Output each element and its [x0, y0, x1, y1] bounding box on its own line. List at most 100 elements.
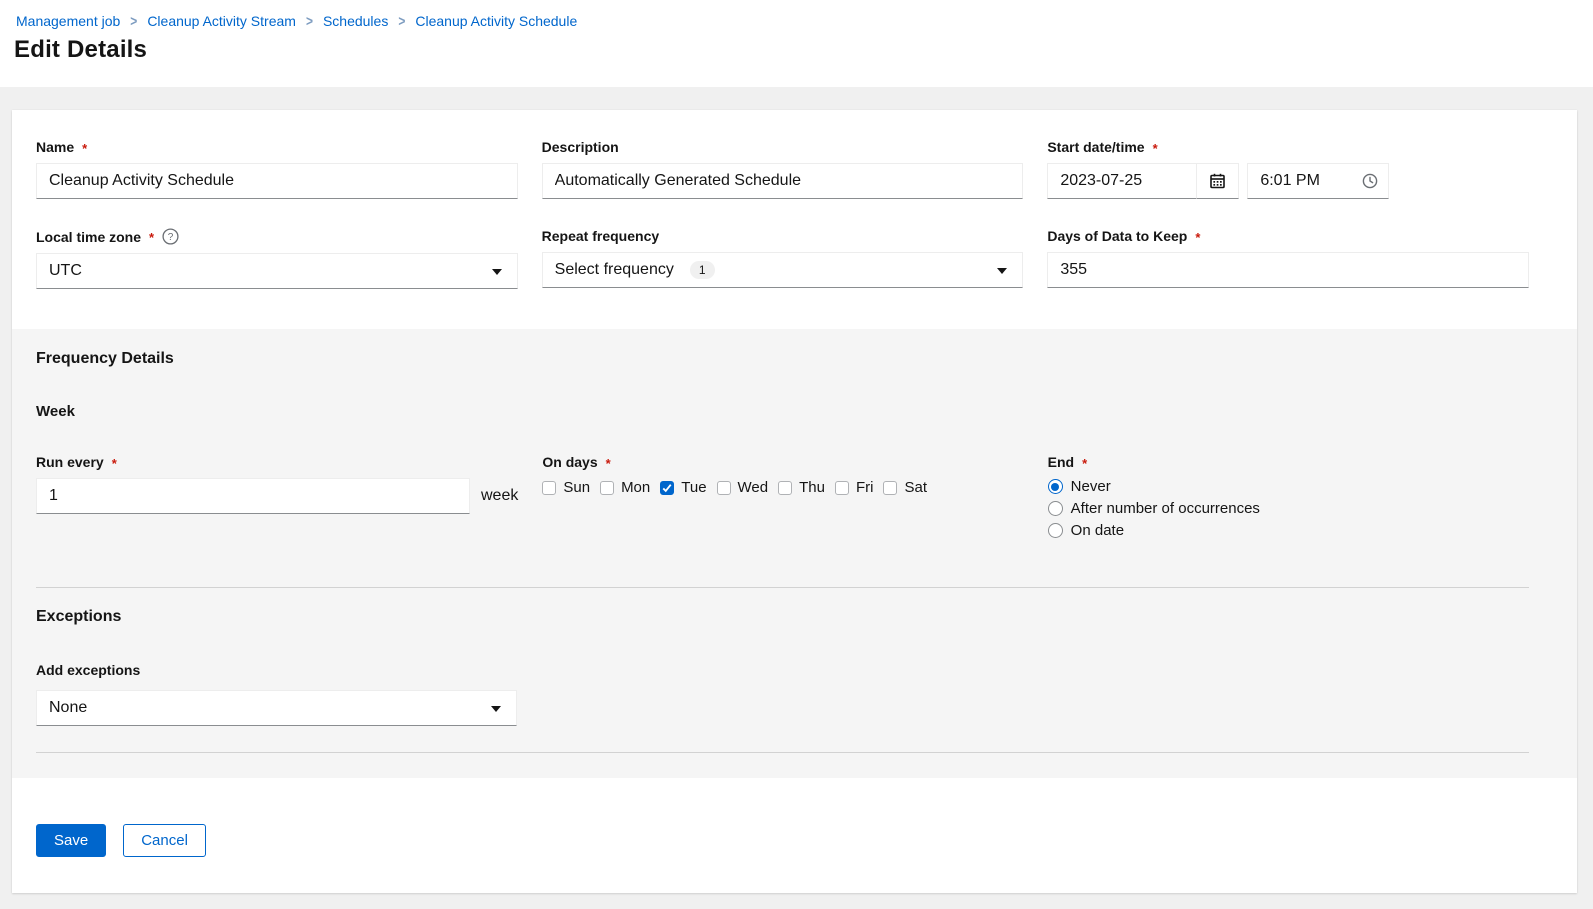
name-field: Name *: [36, 139, 518, 199]
clock-icon: [1362, 173, 1378, 189]
frequency-details-section: Frequency Details Week Run every * week: [12, 329, 1577, 778]
page-header: Management job > Cleanup Activity Stream > S…: [0, 0, 1593, 87]
chevron-down-icon: [997, 268, 1008, 274]
on-days-field: On days * Sun Mon Tue Wed Thu Fri Sat: [542, 454, 1023, 539]
required-asterisk: *: [1195, 229, 1201, 245]
breadcrumb-link-cleanup-activity-stream[interactable]: Cleanup Activity Stream: [147, 13, 296, 29]
day-checkbox-thu[interactable]: Thu: [778, 479, 825, 496]
save-button[interactable]: Save: [36, 824, 107, 857]
section-divider: [36, 752, 1529, 753]
radio-icon: [1047, 501, 1063, 516]
chevron-down-icon: [491, 269, 502, 275]
checkbox-icon: [778, 480, 793, 495]
name-label: Name: [36, 139, 75, 155]
page-title: Edit Details: [14, 36, 148, 63]
days-to-keep-input[interactable]: [1047, 252, 1529, 288]
page-body: Name * Description Start date/time: [0, 87, 1593, 909]
day-checkbox-wed[interactable]: Wed: [716, 479, 769, 496]
days-to-keep-field: Days of Data to Keep *: [1047, 228, 1529, 289]
run-every-input[interactable]: [36, 478, 470, 514]
run-every-label: Run every: [36, 454, 104, 470]
details-form: Name * Description Start date/time: [12, 110, 1577, 329]
calendar-button[interactable]: [1197, 163, 1240, 199]
breadcrumb-separator: >: [398, 12, 406, 30]
svg-text:?: ?: [168, 232, 174, 243]
end-radio-after-number-of-occurrences[interactable]: After number of occurrences: [1047, 500, 1529, 517]
day-checkbox-sun[interactable]: Sun: [542, 479, 590, 496]
schedule-edit-page: Management job > Cleanup Activity Stream > S…: [0, 0, 1593, 909]
end-field: End * Never After number of occurrences On…: [1047, 454, 1529, 539]
breadcrumb-separator: >: [130, 12, 138, 30]
day-label: Thu: [799, 479, 825, 496]
day-checkbox-mon[interactable]: Mon: [600, 479, 650, 496]
repeat-frequency-label: Repeat frequency: [541, 228, 660, 244]
frequency-details-title: Frequency Details: [36, 350, 174, 367]
required-asterisk: *: [1152, 140, 1158, 156]
day-checkbox-fri[interactable]: Fri: [834, 479, 874, 496]
checkbox-icon: [834, 480, 849, 495]
run-every-unit: week: [481, 487, 519, 504]
radio-selected-icon: [1047, 479, 1063, 494]
run-every-field: Run every * week: [36, 454, 518, 539]
required-asterisk: *: [149, 230, 155, 245]
description-label: Description: [541, 139, 619, 155]
required-asterisk: *: [605, 455, 611, 471]
breadcrumb: Management job > Cleanup Activity Stream > S…: [16, 12, 1577, 30]
help-icon[interactable]: ?: [162, 228, 179, 245]
required-asterisk: *: [1082, 455, 1088, 471]
end-option-label: After number of occurrences: [1070, 500, 1260, 517]
start-date-input[interactable]: [1047, 163, 1198, 199]
exceptions-title: Exceptions: [36, 608, 122, 625]
description-field: Description: [541, 139, 1024, 199]
frequency-value: Select frequency: [554, 261, 674, 278]
cancel-button[interactable]: Cancel: [123, 824, 206, 857]
timezone-value: UTC: [49, 262, 82, 279]
breadcrumb-link-management-job[interactable]: Management job: [16, 13, 120, 29]
on-days-checkboxes: Sun Mon Tue Wed Thu Fri Sat: [542, 479, 1023, 496]
on-days-label: On days: [542, 454, 598, 470]
days-to-keep-label: Days of Data to Keep: [1047, 228, 1188, 244]
breadcrumb-separator: >: [305, 12, 313, 30]
name-input[interactable]: [36, 163, 518, 199]
frequency-select[interactable]: Select frequency 1: [541, 252, 1024, 288]
end-radio-never[interactable]: Never: [1047, 478, 1529, 495]
end-radio-group: Never After number of occurrences On date: [1047, 478, 1529, 539]
checkbox-icon: [883, 480, 898, 495]
day-label: Fri: [855, 479, 874, 496]
exceptions-select[interactable]: None: [36, 690, 517, 726]
day-label: Wed: [737, 479, 769, 496]
timezone-select[interactable]: UTC: [36, 253, 518, 289]
repeat-frequency-field: Repeat frequency Select frequency 1: [541, 228, 1024, 289]
week-subtitle: Week: [36, 403, 75, 420]
description-input[interactable]: [541, 163, 1024, 199]
form-actions: Save Cancel: [12, 778, 1577, 893]
chevron-down-icon: [491, 706, 501, 712]
required-asterisk: *: [111, 455, 117, 471]
frequency-count-badge: 1: [689, 261, 715, 279]
edit-details-card: Name * Description Start date/time: [12, 110, 1577, 893]
end-radio-on-date[interactable]: On date: [1047, 522, 1529, 539]
required-asterisk: *: [82, 140, 88, 156]
breadcrumb-link-cleanup-activity-schedule[interactable]: Cleanup Activity Schedule: [415, 13, 577, 29]
calendar-icon: [1210, 173, 1226, 189]
start-datetime-field: Start date/time *: [1047, 139, 1529, 199]
checkbox-icon: [716, 480, 731, 495]
start-datetime-label: Start date/time: [1047, 139, 1145, 155]
day-label: Mon: [621, 479, 651, 496]
breadcrumb-link-schedules[interactable]: Schedules: [323, 13, 388, 29]
timezone-field: Local time zone * ? UTC: [36, 228, 518, 289]
section-divider: [36, 587, 1529, 588]
radio-icon: [1047, 523, 1063, 538]
day-checkbox-tue[interactable]: Tue: [660, 479, 707, 496]
day-checkbox-sat[interactable]: Sat: [883, 479, 927, 496]
end-label: End: [1047, 454, 1075, 470]
day-label: Sun: [563, 479, 591, 496]
end-option-label: Never: [1070, 478, 1111, 495]
checkbox-icon: [600, 480, 615, 495]
timezone-label: Local time zone: [36, 228, 142, 245]
checkbox-icon: [542, 480, 557, 495]
exceptions-value: None: [49, 699, 88, 716]
day-label: Tue: [681, 479, 707, 496]
checkbox-checked-icon: [660, 480, 675, 495]
end-option-label: On date: [1070, 522, 1125, 539]
